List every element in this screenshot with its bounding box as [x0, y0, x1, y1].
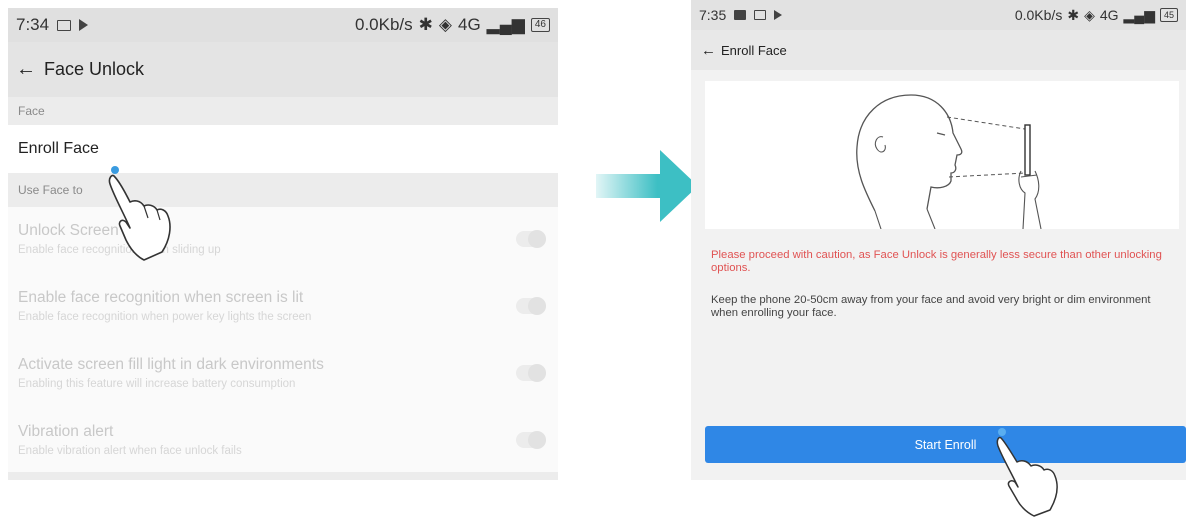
status-bar: 7:35 0.0Kb/s ✱ ◈ 4G ▂▄▆ 45: [691, 0, 1186, 30]
status-bar: 7:34 0.0Kb/s ✱ ◈ 4G ▂▄▆ 46: [8, 8, 558, 42]
option-fill-light[interactable]: Activate screen fill light in dark envir…: [8, 341, 558, 405]
play-notification-icon: [79, 19, 89, 31]
start-enroll-label: Start Enroll: [914, 437, 977, 452]
option-subtitle: Enabling this feature will increase batt…: [18, 378, 296, 390]
option-title: Enable face recognition when screen is l…: [18, 289, 304, 306]
battery-level: 45: [1159, 8, 1178, 22]
play-notification-icon: [774, 10, 783, 20]
status-time: 7:34: [16, 15, 50, 34]
option-unlock-screen[interactable]: Unlock Screen Enable face recognition wh…: [8, 207, 558, 271]
vibration-alert-toggle[interactable]: [516, 431, 546, 449]
signal-bars-icon: ▂▄▆: [486, 15, 525, 34]
network-speed: 0.0Kb/s: [1014, 7, 1063, 23]
status-time: 7:35: [699, 7, 727, 23]
page-title: Enroll Face: [721, 42, 787, 58]
arrow-left-icon[interactable]: ←: [16, 58, 44, 81]
picture-notification-icon: [754, 10, 767, 20]
arrow-left-icon[interactable]: ←: [701, 42, 721, 59]
section-header-use-face: Use Face to: [8, 173, 558, 207]
network-speed: 0.0Kb/s: [355, 15, 413, 34]
enroll-face-item[interactable]: Enroll Face: [8, 125, 558, 173]
start-enroll-button[interactable]: Start Enroll: [705, 426, 1186, 463]
signal-bars-icon: ▂▄▆: [1123, 6, 1155, 23]
bluetooth-icon: ✱: [1067, 6, 1080, 23]
wifi-icon: ◈: [438, 15, 452, 34]
wifi-icon: ◈: [1084, 6, 1095, 23]
option-vibration-alert[interactable]: Vibration alert Enable vibration alert w…: [8, 408, 558, 472]
battery-level: 46: [530, 18, 550, 32]
fill-light-toggle[interactable]: [516, 364, 546, 382]
bluetooth-icon: ✱: [418, 15, 433, 34]
enroll-face-screen: 7:35 0.0Kb/s ✱ ◈ 4G ▂▄▆ 45 ← Enroll Face: [691, 0, 1186, 480]
arrow-right-icon: [596, 150, 698, 222]
page-title: Face Unlock: [44, 59, 145, 79]
title-bar: ← Enroll Face: [691, 30, 1186, 70]
title-bar: ← Face Unlock: [8, 42, 558, 97]
unlock-screen-toggle[interactable]: [516, 230, 546, 248]
section-header-face: Face: [8, 97, 558, 125]
option-subtitle: Enable face recognition when power key l…: [18, 311, 312, 323]
enroll-face-label: Enroll Face: [18, 140, 99, 157]
security-warning-text: Please proceed with caution, as Face Unl…: [711, 249, 1162, 274]
option-title: Vibration alert: [18, 423, 114, 440]
image-notification-icon: [734, 10, 747, 20]
image-notification-icon: [57, 19, 72, 31]
enroll-instructions-text: Keep the phone 20-50cm away from your fa…: [711, 294, 1151, 319]
signal-type: 4G: [1099, 7, 1119, 23]
signal-type: 4G: [457, 15, 481, 34]
option-subtitle: Enable vibration alert when face unlock …: [18, 445, 242, 457]
option-title: Activate screen fill light in dark envir…: [18, 356, 324, 373]
face-unlock-screen: 7:34 0.0Kb/s ✱ ◈ 4G ▂▄▆ 46 ← Face Unlock…: [8, 8, 558, 480]
screen-lit-toggle[interactable]: [516, 297, 546, 315]
face-scan-illustration: [705, 81, 1179, 230]
option-title: Unlock Screen: [18, 222, 119, 239]
option-screen-lit[interactable]: Enable face recognition when screen is l…: [8, 274, 558, 338]
option-subtitle: Enable face recognition when sliding up: [18, 244, 221, 256]
bottom-divider: [8, 472, 558, 480]
